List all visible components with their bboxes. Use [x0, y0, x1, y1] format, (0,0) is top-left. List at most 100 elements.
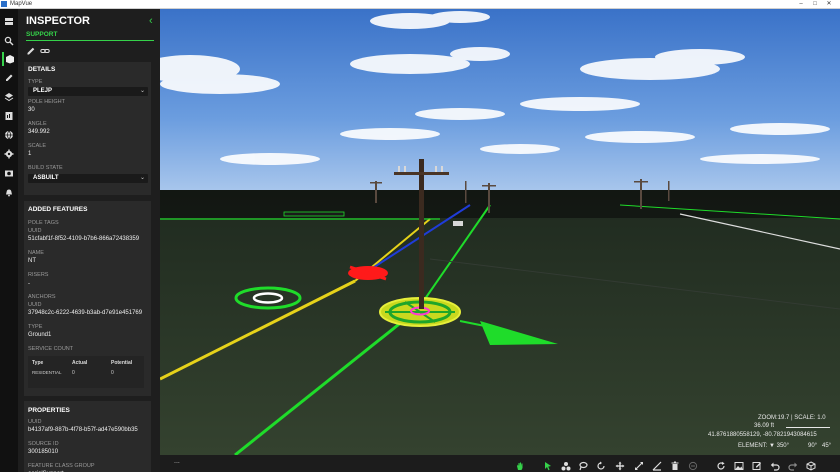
risers-label: RISERS [28, 272, 49, 278]
anchors-label: ANCHORS [28, 294, 56, 300]
undo-button[interactable] [770, 458, 780, 471]
lasso-tool-button[interactable] [578, 458, 588, 471]
inspector-box-icon [6, 55, 14, 64]
anchor-uuid-label: UUID [28, 302, 42, 308]
redo-icon [788, 462, 798, 471]
edit-box-button[interactable] [752, 458, 762, 470]
distant-marker [453, 221, 463, 226]
group-shapes-icon [561, 462, 571, 471]
move-tool-button[interactable] [615, 458, 625, 471]
tab-underline [26, 40, 154, 41]
coordinates-readout: 41.8761880558129, -80.7821943084615 [708, 432, 817, 438]
bottom-toolbar: ... [160, 455, 840, 472]
anchor-uuid-value: 37948c2c-6222-4639-b3ab-d7e91e451769 [28, 310, 143, 316]
table-cell-potential: 0 [111, 370, 114, 376]
app-window: MapVue – □ ✕ INSPECTOR ‹ SUPPORT DETAILS… [0, 0, 840, 472]
edit-pencil-icon[interactable] [26, 46, 36, 56]
edit-box-icon [752, 462, 761, 470]
layers-stack-icon [5, 18, 13, 25]
report-icon [5, 112, 13, 120]
app-logo-icon [1, 1, 7, 7]
pan-tool-button[interactable] [515, 458, 525, 470]
feature-class-label: FEATURE CLASS GROUP [28, 463, 95, 469]
camera-icon [5, 170, 13, 177]
lasso-icon [579, 461, 588, 471]
table-header-type: Type [32, 360, 44, 366]
tab-support[interactable]: SUPPORT [26, 31, 57, 38]
alert-bell-icon [6, 189, 12, 197]
pole-height-label: POLE HEIGHT [28, 99, 65, 105]
search-button[interactable] [2, 34, 16, 48]
camera-button[interactable] [2, 166, 16, 180]
map-viewport-3d[interactable]: ZOOM:19.7 | SCALE: 1.0 36.09 ft 41.87618… [160, 9, 840, 455]
scale-label: SCALE [28, 143, 47, 149]
build-state-value: ASBUILT [33, 175, 59, 181]
edit-pen-icon [6, 74, 13, 81]
layers-icon [4, 93, 14, 102]
report-button[interactable] [2, 109, 16, 123]
added-features-section: ADDED FEATURES POLE TAGS UUID 51cfabf1f-… [24, 201, 151, 396]
refresh-icon [717, 461, 725, 470]
angle-value[interactable]: 349.992 [28, 129, 50, 135]
properties-title: PROPERTIES [28, 407, 70, 414]
inspector-panel: INSPECTOR ‹ SUPPORT DETAILS TYPE PLEJP ⌄… [18, 9, 160, 472]
settings-button[interactable] [2, 147, 16, 161]
build-state-dropdown[interactable]: ASBUILT ⌄ [28, 174, 148, 183]
type-dropdown[interactable]: PLEJP ⌄ [28, 87, 148, 96]
scale-value[interactable]: 1 [28, 151, 31, 157]
edit-button[interactable] [2, 71, 16, 85]
view-cube-icon [806, 461, 816, 471]
risers-value: - [28, 281, 30, 287]
globe-icon [5, 130, 13, 140]
layers-button[interactable] [2, 90, 16, 104]
delete-trash-icon [671, 461, 679, 470]
scale-arrows-icon [635, 462, 643, 470]
refresh-button[interactable] [716, 458, 726, 470]
layers-stack-button[interactable] [2, 15, 16, 29]
property-uuid-label: UUID [28, 419, 42, 425]
maximize-button[interactable]: □ [810, 0, 820, 8]
measure-angle-icon [652, 461, 662, 471]
hand-pan-icon [517, 462, 523, 470]
toolbar-overflow[interactable]: ... [174, 458, 180, 465]
delete-button[interactable] [670, 458, 680, 470]
undo-icon [770, 462, 780, 471]
utility-pole[interactable] [419, 159, 424, 309]
alerts-button[interactable] [2, 185, 16, 199]
group-tool-button[interactable] [561, 458, 571, 471]
link-icon[interactable] [40, 46, 50, 56]
move-icon [615, 461, 625, 471]
type-label: TYPE [28, 79, 43, 85]
property-uuid-value: b4137af9-887b-4f78-b57f-ad47e590bb35 [28, 427, 138, 433]
scale-readout: | SCALE: 1.0 [791, 415, 826, 421]
rotate-tool-button[interactable] [596, 458, 606, 470]
measure-tool-button[interactable] [652, 458, 662, 471]
table-header-actual: Actual [72, 360, 88, 366]
details-title: DETAILS [28, 66, 56, 73]
build-state-label: BUILD STATE [28, 165, 63, 171]
table-header-potential: Potential [111, 360, 133, 366]
pole-tags-label: POLE TAGS [28, 220, 59, 226]
chevron-down-icon: ⌄ [139, 175, 145, 181]
pole-crossarm [394, 172, 449, 175]
minimize-button[interactable]: – [796, 0, 806, 8]
scale-tool-button[interactable] [634, 458, 644, 470]
view-cube-button[interactable] [806, 458, 816, 471]
disabled-tool-button[interactable] [688, 458, 698, 471]
globe-button[interactable] [2, 128, 16, 142]
redo-button[interactable] [788, 458, 798, 471]
collapse-panel-button[interactable]: ‹ [149, 15, 153, 27]
snapshot-button[interactable] [734, 458, 744, 470]
inspector-title: INSPECTOR [26, 15, 90, 27]
inspector-button[interactable] [2, 52, 16, 66]
scene-canvas[interactable] [160, 9, 840, 455]
tilt-readout: 45° [822, 443, 832, 449]
settings-gear-icon [4, 149, 14, 159]
pole-height-value[interactable]: 30 [28, 107, 35, 113]
close-button[interactable]: ✕ [824, 0, 834, 8]
service-count-label: SERVICE COUNT [28, 346, 74, 352]
window-title: MapVue [10, 1, 33, 7]
tool-rail [0, 9, 18, 472]
zoom-readout: ZOOM:19.7 | SCALE: 1.0 [758, 415, 826, 421]
select-tool-button[interactable] [543, 458, 553, 471]
